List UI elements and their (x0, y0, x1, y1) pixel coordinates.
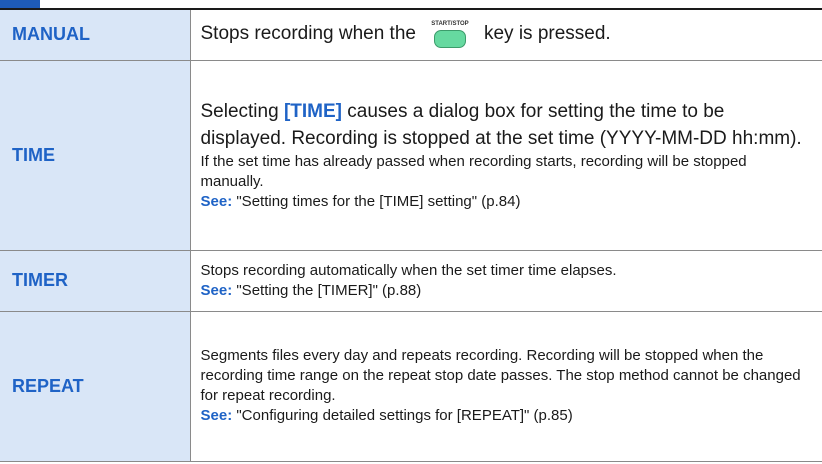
row-label-manual: MANUAL (0, 10, 191, 61)
row-label-timer: TIMER (0, 249, 191, 312)
start-stop-key-icon: START/STOP (430, 21, 470, 49)
timer-text: Stops recording automatically when the s… (200, 261, 617, 279)
timer-see-text: "Setting the [TIMER]" (p.88) (236, 281, 422, 299)
time-see-reference: See: "Setting times for the [TIME] setti… (201, 192, 813, 212)
row-desc-repeat: Segments files every day and repeats rec… (189, 310, 822, 462)
row-label-repeat: REPEAT (0, 310, 191, 462)
table-row-repeat: REPEAT Segments files every day and repe… (0, 310, 822, 462)
repeat-see-text: "Configuring detailed settings for [REPE… (236, 407, 573, 424)
row-desc-manual: Stops recording when the START/STOP key is… (189, 10, 822, 61)
timer-see-reference: See: "Setting the [TIMER]" (p.88) (201, 281, 813, 301)
timer-see-label: See: (200, 281, 233, 299)
time-text-before: Selecting (200, 101, 284, 122)
repeat-see-label: See: (200, 407, 233, 424)
time-see-text: "Setting times for the [TIME] setting" (… (236, 193, 521, 210)
start-stop-key-button-shape (433, 30, 466, 49)
stop-method-table: MANUAL Stops recording when the START/STO… (0, 10, 822, 462)
repeat-text: Segments files every day and repeats rec… (200, 347, 801, 404)
time-text-emphasis: [TIME] (283, 101, 342, 122)
table-row-timer: TIMER Stops recording automatically when… (0, 249, 822, 312)
row-desc-time: Selecting [TIME] causes a dialog box for… (189, 59, 822, 251)
time-note: If the set time has already passed when … (200, 153, 747, 190)
start-stop-key-label: START/STOP (431, 21, 469, 28)
manual-text-before: Stops recording when the (200, 23, 416, 45)
repeat-see-reference: See: "Configuring detailed settings for … (201, 406, 813, 426)
row-desc-timer: Stops recording automatically when the s… (189, 249, 822, 312)
manual-text-after: key is pressed. (483, 23, 611, 45)
section-tab-marker (0, 0, 40, 8)
table-row-time: TIME Selecting [TIME] causes a dialog bo… (0, 59, 822, 251)
time-main-text: Selecting [TIME] causes a dialog box for… (201, 98, 813, 152)
time-see-label: See: (200, 193, 233, 210)
table-row-manual: MANUAL Stops recording when the START/STO… (0, 10, 822, 61)
row-label-time: TIME (0, 59, 191, 251)
